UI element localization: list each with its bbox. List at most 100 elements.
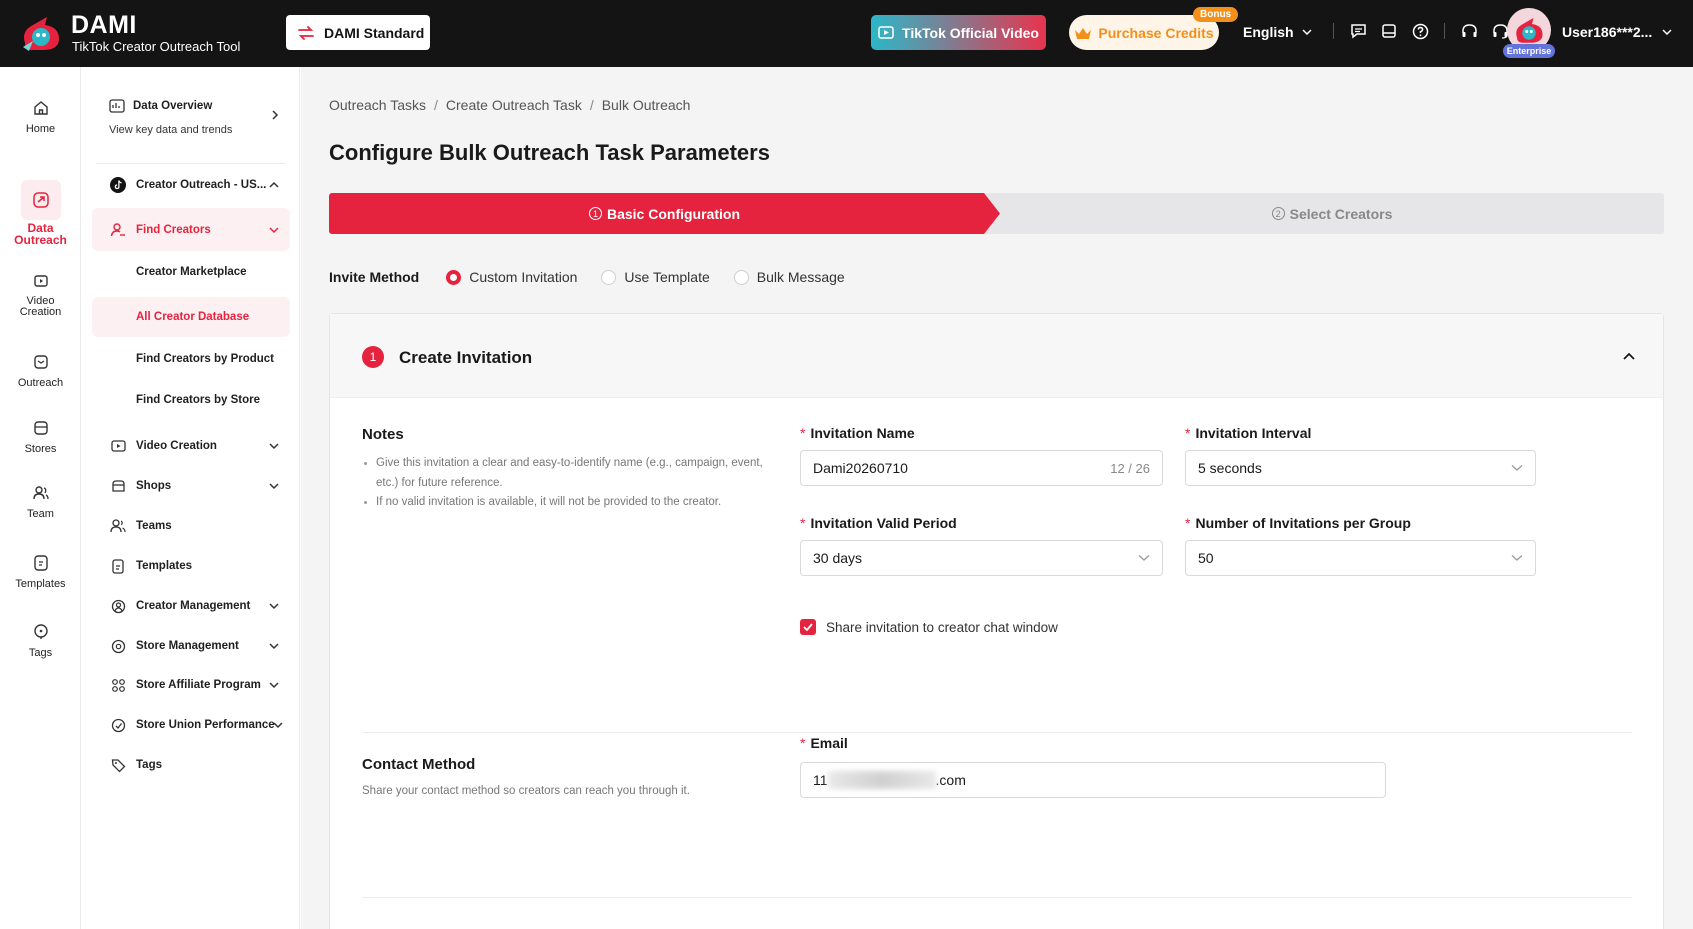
sidebar-item-label: Store Union Performance — [136, 719, 275, 731]
invitation-name-input[interactable]: Dami20260710 12 / 26 — [800, 450, 1163, 486]
plan-switch-button[interactable]: DAMI Standard — [286, 15, 430, 50]
rail-item-tags[interactable]: Tags — [0, 623, 81, 659]
step-progress: 1 Basic Configuration 2 Select Creators — [329, 193, 1664, 234]
screen-icon[interactable] — [1380, 22, 1398, 40]
rail-label: Tags — [28, 647, 53, 659]
breadcrumb-item[interactable]: Create Outreach Task — [446, 97, 582, 113]
chevron-up-icon — [269, 181, 279, 188]
valid-period-select[interactable]: 30 days — [800, 540, 1163, 576]
sidebar-item-creator-management[interactable]: Creator Management — [92, 589, 290, 623]
brand-subtitle: TikTok Creator Outreach Tool — [72, 39, 241, 54]
rail-item-templates[interactable]: Templates — [0, 554, 81, 590]
language-selector[interactable]: English — [1243, 24, 1312, 40]
secondary-nav: Data Overview View key data and trends C… — [82, 67, 300, 929]
store-icon — [33, 421, 48, 435]
rail-item-video-creation[interactable]: Video Creation — [0, 272, 81, 318]
invite-method-group: Invite Method Custom Invitation Use Temp… — [329, 269, 869, 285]
sidebar-item-store-management[interactable]: Store Management — [92, 629, 290, 663]
radio-use-template[interactable]: Use Template — [601, 269, 710, 285]
creator-outreach-group[interactable]: Creator Outreach - US... — [92, 170, 290, 200]
chat-icon[interactable] — [1349, 22, 1367, 40]
step-number: 1 — [588, 207, 602, 220]
rail-item-team[interactable]: Team — [0, 484, 81, 520]
radio-dot[interactable] — [601, 269, 617, 285]
sidebar-item-video-creation[interactable]: Video Creation — [92, 429, 290, 463]
rail-item-data-outreach[interactable]: Data Outreach — [0, 180, 81, 246]
step-basic-configuration[interactable]: 1 Basic Configuration — [329, 193, 1000, 234]
chevron-right-icon[interactable] — [269, 109, 281, 121]
radio-label: Custom Invitation — [469, 269, 578, 285]
email-field[interactable]: 11 .com — [800, 762, 1386, 798]
sidebar-item-templates[interactable]: Templates — [92, 549, 290, 583]
radio-custom-invitation[interactable]: Custom Invitation — [446, 269, 577, 285]
sidebar-item-find-by-product[interactable]: Find Creators by Product — [92, 342, 290, 376]
per-group-label: * Number of Invitations per Group — [1185, 515, 1411, 531]
sidebar-item-label: Creator Marketplace — [136, 266, 247, 278]
radio-dot[interactable] — [733, 269, 749, 285]
card-header[interactable]: 1 Create Invitation — [330, 314, 1663, 398]
template-icon — [110, 558, 126, 574]
sidebar-item-label: Tags — [136, 759, 162, 771]
sidebar-item-teams[interactable]: Teams — [92, 509, 290, 543]
radio-bulk-message[interactable]: Bulk Message — [733, 269, 845, 285]
username-label: User186***2... — [1562, 24, 1653, 40]
interval-select[interactable]: 5 seconds — [1185, 450, 1536, 486]
tag-icon — [110, 757, 126, 773]
email-prefix: 11 — [813, 772, 828, 788]
user-settings-icon — [110, 598, 126, 614]
chevron-down-icon — [1302, 29, 1312, 35]
sidebar-item-label: All Creator Database — [136, 311, 250, 323]
sidebar-item-tags[interactable]: Tags — [92, 748, 290, 782]
radio-dot[interactable] — [446, 269, 462, 285]
rail-label: Data Outreach — [14, 221, 67, 247]
sidebar-item-find-by-store[interactable]: Find Creators by Store — [92, 383, 290, 417]
sidebar-item-all-creator-database[interactable]: All Creator Database — [92, 297, 290, 337]
per-group-select[interactable]: 50 — [1185, 540, 1536, 576]
find-creators-group[interactable]: Find Creators — [92, 208, 290, 251]
data-overview-link[interactable]: Data Overview — [109, 99, 212, 113]
breadcrumb-item[interactable]: Outreach Tasks — [329, 97, 426, 113]
credits-label: Purchase Credits — [1098, 24, 1214, 41]
rail-item-home[interactable]: Home — [0, 99, 81, 135]
video-icon — [110, 438, 126, 454]
performance-icon — [110, 717, 126, 733]
tag-icon — [33, 624, 48, 639]
avatar-logo-icon — [1516, 18, 1543, 43]
store-settings-icon — [110, 638, 126, 654]
home-icon — [33, 101, 48, 115]
chevron-down-icon — [1511, 465, 1523, 471]
valid-period-label: * Invitation Valid Period — [800, 515, 957, 531]
headset-icon[interactable] — [1460, 22, 1478, 40]
divider — [1444, 23, 1445, 39]
dashboard-icon — [109, 99, 125, 113]
sidebar-item-label: Find Creators by Product — [136, 353, 275, 365]
share-invitation-option[interactable]: Share invitation to creator chat window — [800, 619, 1058, 635]
help-icon[interactable] — [1411, 22, 1429, 40]
step-select-creators[interactable]: 2 Select Creators — [1000, 193, 1664, 234]
chevron-down-icon — [269, 643, 279, 650]
radio-label: Use Template — [624, 269, 710, 285]
tiktok-video-button[interactable]: TikTok Official Video — [871, 15, 1046, 50]
email-suffix: .com — [935, 772, 966, 788]
chevron-up-icon[interactable] — [1622, 351, 1636, 361]
sidebar-item-shops[interactable]: Shops — [92, 469, 290, 503]
team-icon — [110, 518, 126, 534]
section-title: Create Invitation — [399, 348, 533, 367]
switch-icon — [298, 25, 314, 40]
top-bar: DAMI TikTok Creator Outreach Tool DAMI S… — [0, 0, 1693, 67]
sidebar-item-creator-marketplace[interactable]: Creator Marketplace — [92, 255, 290, 289]
user-menu[interactable]: User186***2... — [1562, 24, 1672, 40]
rail-label: Home — [25, 123, 56, 135]
radio-label: Bulk Message — [756, 269, 845, 285]
dami-logo-icon — [23, 17, 59, 51]
language-label: English — [1243, 24, 1294, 40]
team-icon — [32, 486, 49, 500]
primary-rail: Home Data Outreach Video Creation Outrea… — [0, 67, 81, 929]
rail-item-outreach[interactable]: Outreach — [0, 353, 81, 389]
rail-item-stores[interactable]: Stores — [0, 419, 81, 455]
section-number: 1 — [362, 346, 384, 368]
sidebar-item-store-affiliate[interactable]: Store Affiliate Program — [92, 668, 290, 702]
sidebar-item-label: Video Creation — [136, 440, 217, 452]
sidebar-item-store-union[interactable]: Store Union Performance — [92, 708, 290, 742]
share-checkbox[interactable] — [800, 619, 816, 635]
